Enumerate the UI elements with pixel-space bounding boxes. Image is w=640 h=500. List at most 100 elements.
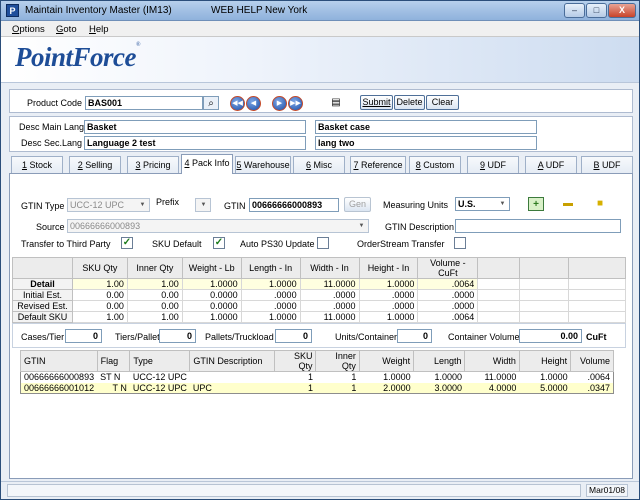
gtin-input[interactable]: 00666666000893	[249, 198, 339, 212]
grid-cell[interactable]: 0.0000	[181, 289, 242, 301]
first-record-icon[interactable]: ◀◀	[230, 96, 245, 111]
cases-tier-label: Cases/Tier	[21, 332, 65, 342]
tab-custom[interactable]: 8 Custom	[409, 156, 461, 174]
desc-sec-2-input[interactable]: lang two	[315, 136, 537, 150]
cases-tier-input[interactable]: 0	[65, 329, 102, 343]
tab-stock[interactable]: 1 Stock	[11, 156, 63, 174]
grid-cell[interactable]: .0000	[417, 289, 479, 301]
column-header[interactable]: GTIN Description	[189, 350, 276, 372]
menu-help[interactable]: Help	[89, 24, 109, 35]
edit-folder-icon[interactable]: ▬	[560, 197, 576, 211]
grid-cell[interactable]: .0000	[417, 300, 479, 312]
tab-pack-info[interactable]: 4 Pack Info	[181, 154, 233, 174]
last-record-icon[interactable]: ▶▶	[288, 96, 303, 111]
clear-button[interactable]: Clear	[426, 95, 459, 110]
grid-cell[interactable]: .0000	[240, 289, 301, 301]
height-cell: 5.0000	[519, 382, 571, 394]
prev-record-icon[interactable]: ◀	[246, 96, 261, 111]
grid-cell[interactable]: 1.00	[126, 278, 183, 290]
menu-options[interactable]: Options	[12, 24, 45, 35]
measuring-units-select[interactable]: U.S. ▼	[455, 197, 510, 211]
column-header[interactable]: Volume	[570, 350, 614, 372]
row-header: Detail	[12, 278, 73, 290]
gtin-description-input[interactable]	[455, 219, 621, 233]
source-label: Source	[36, 222, 65, 232]
notes-icon[interactable]: ▤	[328, 96, 344, 110]
grid-cell[interactable]: .0064	[417, 278, 479, 290]
submit-button[interactable]: Submit	[360, 95, 393, 110]
folder-icon[interactable]: ■	[592, 197, 608, 211]
grid-cell[interactable]: .0064	[417, 311, 479, 323]
tab-selling[interactable]: 2 Selling	[69, 156, 121, 174]
grid-cell[interactable]: 1.00	[71, 311, 128, 323]
desc-main-1-input[interactable]: Basket	[84, 120, 306, 134]
app-window: P Maintain Inventory Master (IM13) WEB H…	[0, 0, 640, 500]
pallets-truckload-input[interactable]: 0	[275, 329, 312, 343]
column-header[interactable]: GTIN	[20, 350, 98, 372]
tab-udf-a[interactable]: A UDF	[525, 156, 577, 174]
tab-udf-9[interactable]: 9 UDF	[467, 156, 519, 174]
grid-cell[interactable]: .0000	[358, 289, 419, 301]
minimize-button[interactable]: –	[564, 3, 585, 18]
tab-warehouse[interactable]: 5 Warehouse	[235, 156, 291, 174]
source-select[interactable]: 00666666000893 ▼	[67, 219, 369, 233]
menu-goto[interactable]: Goto	[56, 24, 77, 35]
grid-cell[interactable]: 1.00	[71, 278, 128, 290]
grid-cell[interactable]: 11.0000	[299, 278, 360, 290]
grid-cell[interactable]: 1.0000	[240, 311, 301, 323]
column-header[interactable]: Inner Qty	[315, 350, 360, 372]
grid-cell[interactable]: 0.00	[71, 289, 128, 301]
column-header[interactable]: Length	[413, 350, 466, 372]
grid-cell[interactable]: 1.00	[126, 311, 183, 323]
gtin-type-select[interactable]: UCC-12 UPC ▼	[67, 198, 150, 212]
tab-udf-b[interactable]: B UDF	[581, 156, 633, 174]
grid-cell[interactable]: 1.0000	[358, 278, 419, 290]
tab-pricing[interactable]: 3 Pricing	[127, 156, 179, 174]
desc-sec-1-input[interactable]: Language 2 test	[84, 136, 306, 150]
delete-button[interactable]: Delete	[394, 95, 425, 110]
close-button[interactable]: X	[608, 3, 636, 18]
auto-ps30-checkbox[interactable]	[317, 237, 329, 249]
maximize-button[interactable]: □	[586, 3, 607, 18]
transfer-third-party-checkbox[interactable]: ✓	[121, 237, 133, 249]
grid-cell[interactable]: 0.0000	[181, 300, 242, 312]
orderstream-transfer-checkbox[interactable]	[454, 237, 466, 249]
lookup-icon[interactable]: ⌕	[203, 96, 219, 110]
weight-cell: 1.0000	[359, 371, 414, 383]
grid-cell[interactable]: 1.0000	[181, 311, 242, 323]
prefix-select[interactable]: ▼	[195, 198, 211, 212]
column-header[interactable]: Width	[464, 350, 520, 372]
width-cell: 4.0000	[464, 382, 520, 394]
sku-default-checkbox[interactable]: ✓	[213, 237, 225, 249]
grid-cell[interactable]: 0.00	[71, 300, 128, 312]
tab-reference[interactable]: 7 Reference	[350, 156, 406, 174]
column-header[interactable]: SKU Qty	[274, 350, 317, 372]
next-record-icon[interactable]: ▶	[272, 96, 287, 111]
table-row[interactable]: 00666666000893 ST N UCC-12 UPC 1 1 1.000…	[20, 371, 614, 383]
status-date: Mar01/08	[586, 484, 628, 497]
web-help-link[interactable]: WEB HELP	[211, 5, 263, 16]
grid-cell[interactable]: .0000	[240, 300, 301, 312]
grid-cell[interactable]: 0.00	[126, 300, 183, 312]
tiers-pallet-input[interactable]: 0	[159, 329, 196, 343]
grid-cell[interactable]: 1.0000	[358, 311, 419, 323]
grid-cell[interactable]: 11.0000	[299, 311, 360, 323]
product-code-input[interactable]: BAS001	[85, 96, 203, 110]
grid-cell[interactable]: 1.0000	[240, 278, 301, 290]
table-row[interactable]: 00666666001012 T N UCC-12 UPC UPC 1 1 2.…	[20, 382, 614, 394]
gen-button[interactable]: Gen	[344, 197, 371, 212]
grid-cell[interactable]: .0000	[299, 289, 360, 301]
add-icon[interactable]: +	[528, 197, 544, 211]
units-container-input[interactable]: 0	[397, 329, 432, 343]
desc-main-2-input[interactable]: Basket case	[315, 120, 537, 134]
tab-misc[interactable]: 6 Misc	[293, 156, 345, 174]
grid-cell[interactable]: .0000	[358, 300, 419, 312]
column-header[interactable]: Weight	[358, 350, 415, 372]
grid-cell[interactable]: 0.00	[126, 289, 183, 301]
grid-cell[interactable]: 1.0000	[181, 278, 242, 290]
container-volume-input[interactable]: 0.00	[519, 329, 582, 343]
grid-cell[interactable]: .0000	[299, 300, 360, 312]
column-header[interactable]: Height	[518, 350, 572, 372]
column-header[interactable]: Type	[129, 350, 191, 372]
column-header[interactable]: Flag	[96, 350, 131, 372]
